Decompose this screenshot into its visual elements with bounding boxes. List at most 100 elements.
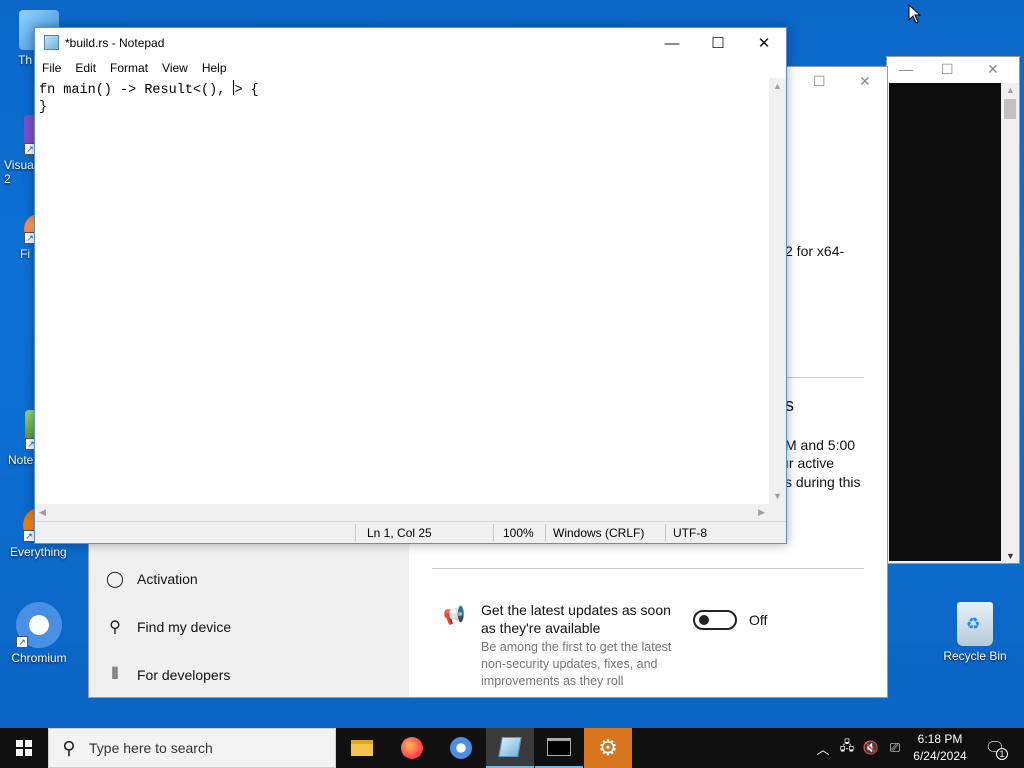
encoding: UTF-8 bbox=[673, 526, 707, 540]
desktop-icon-recycle-bin[interactable]: ♻ Recycle Bin bbox=[936, 602, 1014, 663]
search-icon: ⚲ bbox=[62, 737, 76, 758]
taskbar-chromium[interactable] bbox=[437, 728, 485, 768]
close-button[interactable]: ✕ bbox=[741, 28, 787, 58]
vertical-scrollbar[interactable]: ▲ ▼ bbox=[769, 78, 786, 504]
code-line-2: } bbox=[39, 100, 48, 115]
show-hidden-icons-button[interactable]: ︿ bbox=[814, 728, 832, 768]
taskbar-notepad[interactable] bbox=[486, 728, 534, 768]
nav-item-label: For developers bbox=[137, 667, 231, 683]
windows-logo-icon bbox=[16, 740, 32, 756]
clock-date: 6/24/2024 bbox=[913, 749, 967, 763]
network-icon: 🖧 bbox=[839, 738, 855, 753]
taskbar-file-explorer[interactable] bbox=[338, 728, 386, 768]
text-editor[interactable]: fn main() -> Result<(), > { } bbox=[35, 78, 769, 504]
close-icon[interactable]: ✕ bbox=[987, 61, 999, 78]
desktop-icon-chromium[interactable]: ↗ Chromium bbox=[0, 602, 78, 665]
taskbar-firefox[interactable] bbox=[388, 728, 436, 768]
menu-view[interactable]: View bbox=[155, 58, 195, 78]
gear-icon: ⚙ bbox=[598, 735, 618, 760]
menu-format[interactable]: Format bbox=[103, 58, 155, 78]
mouse-cursor-icon bbox=[908, 4, 922, 24]
window-title: *build.rs - Notepad bbox=[65, 36, 165, 50]
chromium-icon: ↗ bbox=[16, 602, 62, 648]
active-hours-fragment-1: M and 5:00 bbox=[785, 437, 856, 453]
chevron-up-icon: ︿ bbox=[816, 741, 830, 757]
nav-item-for-developers[interactable]: ⫴ For developers bbox=[105, 661, 231, 689]
section-divider bbox=[432, 568, 864, 569]
menu-edit[interactable]: Edit bbox=[68, 58, 103, 78]
notepad-app-icon bbox=[44, 35, 59, 50]
taskbar: ⚲ Type here to search ⚙ ︿ 🖧 🔇 ⎚ 6:18 PM … bbox=[0, 728, 1024, 768]
maximize-icon[interactable]: ☐ bbox=[813, 73, 826, 90]
nav-item-label: Find my device bbox=[137, 619, 232, 635]
terminal-console[interactable] bbox=[889, 83, 1001, 561]
firefox-icon bbox=[401, 737, 423, 759]
maximize-button[interactable]: ☐ bbox=[695, 28, 741, 58]
menu-bar: File Edit Format View Help bbox=[35, 58, 786, 78]
menu-file[interactable]: File bbox=[35, 58, 68, 78]
terminal-window[interactable]: — ☐ ✕ ▲ ▼ bbox=[886, 56, 1020, 564]
start-button[interactable] bbox=[0, 728, 48, 768]
line-ending: Windows (CRLF) bbox=[553, 526, 645, 540]
taskbar-settings[interactable]: ⚙ bbox=[584, 728, 632, 768]
horizontal-scrollbar[interactable]: ◀ ▶ bbox=[35, 504, 769, 521]
cursor-position: Ln 1, Col 25 bbox=[367, 526, 432, 540]
file-explorer-icon bbox=[351, 740, 373, 756]
scroll-down-icon[interactable]: ▼ bbox=[773, 491, 782, 501]
volume-muted-icon: 🔇 bbox=[862, 740, 880, 755]
minimize-icon[interactable]: — bbox=[899, 61, 913, 77]
terminal-icon bbox=[547, 738, 571, 756]
scroll-up-icon[interactable]: ▲ bbox=[1006, 85, 1015, 95]
scroll-down-icon[interactable]: ▼ bbox=[1006, 551, 1015, 561]
search-placeholder: Type here to search bbox=[89, 740, 213, 756]
desktop-icon-label: Recycle Bin bbox=[943, 649, 1007, 663]
nav-item-find-my-device[interactable]: ⚲ Find my device bbox=[105, 613, 231, 641]
minimize-icon: — bbox=[664, 34, 680, 52]
recycle-bin-icon: ♻ bbox=[957, 602, 993, 646]
desktop-icon-label: Chromium bbox=[11, 651, 67, 665]
updates-toggle[interactable] bbox=[693, 610, 737, 630]
recycle-symbol-icon: ♻ bbox=[966, 616, 981, 633]
close-icon: ✕ bbox=[757, 35, 771, 52]
menu-help[interactable]: Help bbox=[195, 58, 234, 78]
status-separator bbox=[355, 524, 356, 542]
maximize-icon: ☐ bbox=[711, 35, 725, 52]
terminal-titlebar[interactable]: — ☐ ✕ bbox=[887, 57, 1019, 83]
display-icon: ⎚ bbox=[889, 740, 901, 755]
scroll-up-icon[interactable]: ▲ bbox=[773, 81, 782, 91]
developers-icon: ⫴ bbox=[111, 666, 119, 683]
notification-center-button[interactable]: 🗨 1 bbox=[980, 728, 1010, 768]
chromium-icon bbox=[450, 737, 472, 759]
notepad-icon bbox=[498, 737, 522, 757]
nav-item-activation[interactable]: ◯ Activation bbox=[105, 565, 198, 593]
close-icon[interactable]: ✕ bbox=[859, 73, 871, 90]
taskbar-search-box[interactable]: ⚲ Type here to search bbox=[48, 728, 336, 768]
os-arch-fragment: 2 for x64- bbox=[785, 243, 845, 259]
zoom-level: 100% bbox=[503, 526, 534, 540]
terminal-scrollbar[interactable]: ▲ ▼ bbox=[1001, 83, 1019, 563]
desktop-icon-label: Everything bbox=[10, 545, 67, 559]
notepad-window[interactable]: *build.rs - Notepad — ☐ ✕ File Edit Form… bbox=[34, 27, 787, 544]
shortcut-arrow-icon: ↗ bbox=[16, 636, 28, 648]
find-device-icon: ⚲ bbox=[109, 619, 121, 636]
maximize-icon[interactable]: ☐ bbox=[941, 61, 954, 78]
system-clock[interactable]: 6:18 PM 6/24/2024 bbox=[900, 731, 980, 765]
updates-title: Get the latest updates as soon as they'r… bbox=[481, 602, 671, 636]
scroll-thumb[interactable] bbox=[1004, 99, 1016, 119]
scroll-left-icon[interactable]: ◀ bbox=[39, 507, 46, 518]
code-line-1-end: > { bbox=[234, 83, 259, 98]
status-separator bbox=[493, 524, 494, 542]
code-line-1-start: fn main() -> Result<(), bbox=[39, 83, 234, 98]
minimize-button[interactable]: — bbox=[649, 28, 695, 58]
activation-check-icon: ◯ bbox=[106, 571, 124, 588]
active-hours-fragment-3: s during this bbox=[785, 474, 861, 490]
taskbar-terminal[interactable] bbox=[535, 728, 583, 768]
active-hours-fragment-2: ır active bbox=[785, 455, 835, 471]
scroll-right-icon[interactable]: ▶ bbox=[758, 507, 765, 518]
clock-time: 6:18 PM bbox=[917, 732, 963, 746]
notepad-titlebar[interactable]: *build.rs - Notepad — ☐ ✕ bbox=[35, 28, 786, 58]
status-bar: Ln 1, Col 25 100% Windows (CRLF) UTF-8 bbox=[35, 521, 786, 543]
volume-tray-button[interactable]: 🔇 bbox=[860, 728, 882, 768]
scrollbar-corner bbox=[769, 504, 786, 521]
network-tray-button[interactable]: 🖧 bbox=[836, 728, 858, 768]
